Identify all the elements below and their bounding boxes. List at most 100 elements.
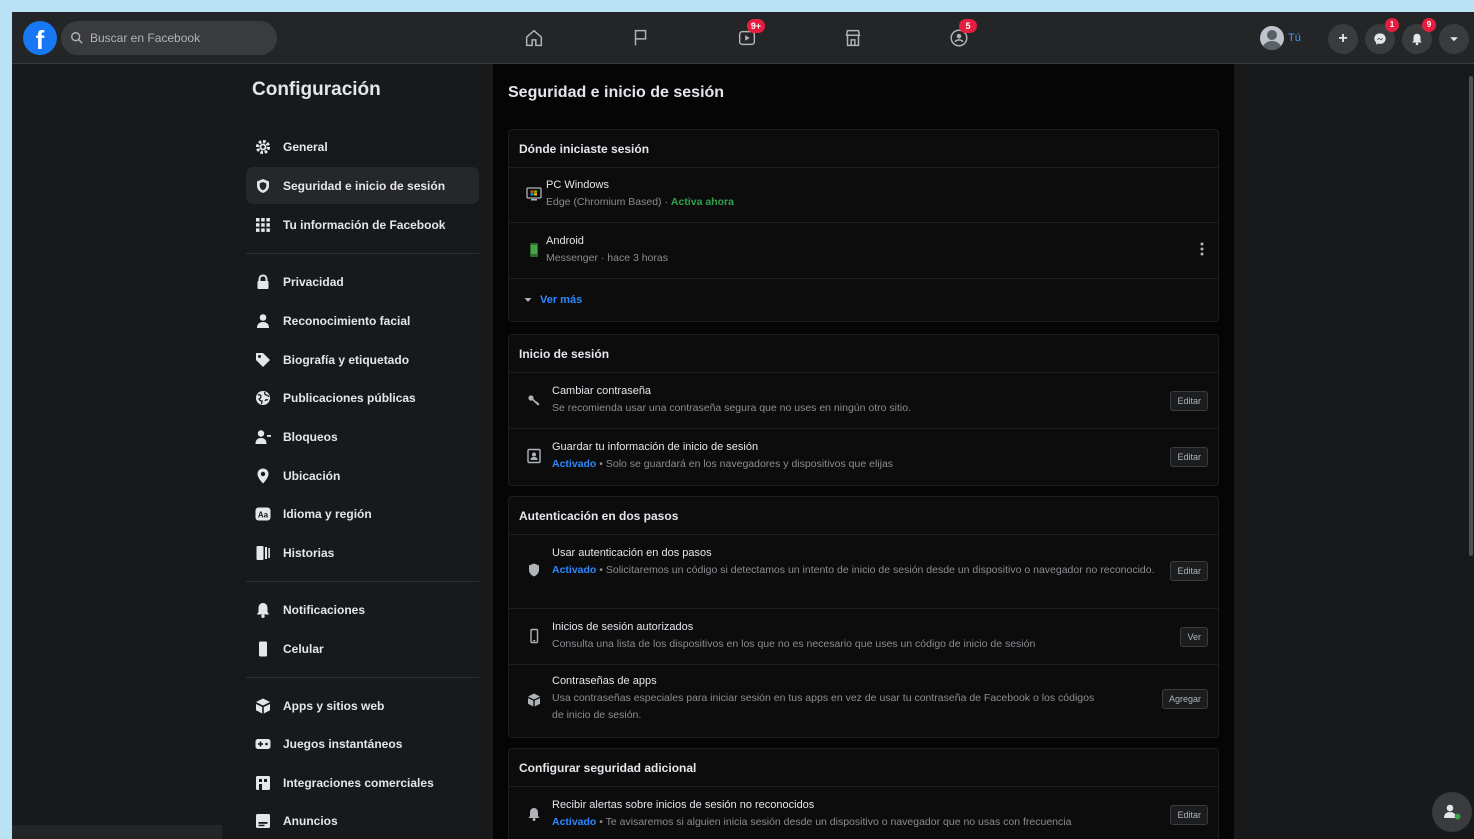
sidebar-item-label: Historias (283, 545, 335, 560)
row-title: Contraseñas de apps (552, 675, 657, 687)
nav-home[interactable] (518, 23, 550, 53)
lock-icon (257, 273, 269, 289)
active-now-status: Activa ahora (670, 196, 734, 208)
shield-icon (257, 178, 269, 193)
row-title: Recibir alertas sobre inicios de sesión … (552, 799, 815, 811)
nav-pages[interactable] (625, 23, 657, 53)
notifications-button[interactable]: 9 (1402, 18, 1436, 54)
sidebar-item-label: Celular (283, 641, 324, 656)
phone-icon (259, 641, 267, 656)
groups-badge: 5 (959, 19, 977, 33)
globe-icon (256, 390, 270, 405)
sidebar-divider (246, 581, 479, 582)
search-input[interactable] (90, 31, 270, 45)
sidebar-item-notifications[interactable]: Notificaciones (246, 591, 479, 628)
sidebar-divider (246, 253, 479, 254)
see-more-link[interactable]: Ver más (509, 279, 1218, 321)
card-heading: Dónde iniciaste sesión (509, 130, 1218, 168)
facebook-window: f 9+ 5 Tú + 1 (12, 12, 1474, 839)
session-detail: Messenger · hace 3 horas (546, 252, 668, 264)
session-row[interactable]: PC Windows Edge (Chromium Based) · Activ… (509, 168, 1218, 223)
save-login-info-row[interactable]: Guardar tu información de inicio de sesi… (509, 429, 1218, 485)
notifications-badge: 9 (1422, 18, 1436, 32)
edit-password-button[interactable]: Editar (1170, 391, 1208, 411)
row-description: Activado • Solo se guardará en los naveg… (552, 458, 894, 470)
activated-status: Activado (552, 564, 597, 576)
sidebar-item-instant-games[interactable]: Juegos instantáneos (246, 725, 479, 762)
bell-icon (256, 602, 270, 618)
page-scrollbar[interactable] (1468, 64, 1474, 564)
android-phone-icon (530, 243, 538, 257)
facebook-logo[interactable]: f (23, 21, 57, 55)
change-password-row[interactable]: Cambiar contraseña Se recomienda usar un… (509, 373, 1218, 429)
sidebar-item-label: Tu información de Facebook (283, 217, 446, 232)
session-row[interactable]: Android Messenger · hace 3 horas (509, 223, 1218, 279)
create-button[interactable]: + (1328, 24, 1358, 54)
card-heading: Configurar seguridad adicional (509, 749, 1218, 787)
authorized-logins-row[interactable]: Inicios de sesión autorizados Consulta u… (509, 609, 1218, 665)
nav-marketplace[interactable] (837, 23, 869, 53)
sidebar-item-label: Reconocimiento facial (283, 313, 411, 328)
sidebar-divider (246, 677, 479, 678)
chevron-down-icon (1450, 37, 1458, 42)
where-logged-in-card: Dónde iniciaste sesión PC Windows Edge (… (508, 129, 1219, 322)
sidebar-item-language-region[interactable]: Aa Idioma y región (246, 495, 479, 532)
use-two-factor-row[interactable]: Usar autenticación en dos pasos Activado… (509, 535, 1218, 609)
settings-content: Seguridad e inicio de sesión Dónde inici… (493, 64, 1234, 839)
sidebar-item-label: Ubicación (283, 468, 341, 483)
shield-icon (529, 563, 539, 577)
pages-flag-icon (634, 29, 647, 46)
add-app-password-button[interactable]: Agregar (1161, 689, 1208, 709)
edit-two-factor-button[interactable]: Editar (1170, 561, 1208, 581)
messenger-icon (1374, 33, 1386, 45)
sidebar-item-location[interactable]: Ubicación (246, 457, 479, 494)
page-title: Seguridad e inicio de sesión (508, 84, 725, 101)
row-description: Activado • Solicitaremos un código si de… (552, 564, 1155, 576)
sidebar-item-general[interactable]: General (246, 128, 479, 165)
row-description: Se recomienda usar una contraseña segura… (552, 402, 911, 414)
scrollbar-thumb[interactable] (1469, 76, 1473, 556)
sidebar-item-ads[interactable]: Anuncios (246, 802, 479, 839)
sidebar-item-privacy[interactable]: Privacidad (246, 263, 479, 300)
row-title: Usar autenticación en dos pasos (552, 547, 712, 559)
search-box[interactable] (61, 21, 277, 55)
more-options-icon[interactable] (1200, 241, 1204, 262)
sidebar-item-public-posts[interactable]: Publicaciones públicas (246, 379, 479, 416)
sidebar-item-stories[interactable]: Historias (246, 534, 479, 571)
row-description: Usa contraseñas especiales para iniciar … (552, 692, 1095, 721)
sidebar-item-label: Juegos instantáneos (283, 736, 403, 751)
chevron-down-icon (524, 298, 532, 302)
gear-icon (255, 139, 271, 154)
sidebar-item-business-integrations[interactable]: Integraciones comerciales (246, 764, 479, 801)
watch-badge: 9+ (747, 19, 765, 33)
sidebar-item-blocking[interactable]: Bloqueos (246, 418, 479, 455)
desktop-windows-icon (526, 187, 542, 201)
location-pin-icon (257, 468, 269, 483)
view-authorized-logins-button[interactable]: Ver (1180, 627, 1208, 647)
login-alerts-row[interactable]: Recibir alertas sobre inicios de sesión … (509, 787, 1218, 839)
new-message-button[interactable] (1432, 792, 1472, 832)
session-device: PC Windows (546, 179, 609, 191)
nav-watch[interactable]: 9+ (731, 19, 765, 53)
sidebar-item-label: Notificaciones (283, 602, 366, 617)
sidebar-item-facebook-info[interactable]: Tu información de Facebook (246, 206, 479, 243)
ads-icon (256, 813, 270, 828)
app-passwords-row[interactable]: Contraseñas de apps Usa contraseñas espe… (509, 665, 1218, 737)
sidebar-item-face-recognition[interactable]: Reconocimiento facial (246, 302, 479, 339)
bell-icon (528, 808, 540, 821)
see-more-row[interactable]: Ver más (509, 279, 1218, 321)
account-menu-button[interactable] (1439, 24, 1469, 54)
sidebar-item-timeline-tagging[interactable]: Biografía y etiquetado (246, 341, 479, 378)
edit-login-alerts-button[interactable]: Editar (1170, 805, 1208, 825)
edit-save-login-button[interactable]: Editar (1170, 447, 1208, 467)
nav-groups[interactable]: 5 (943, 19, 977, 53)
messenger-button[interactable]: 1 (1365, 18, 1399, 54)
sidebar-item-security[interactable]: Seguridad e inicio de sesión (246, 167, 479, 204)
block-user-icon (255, 429, 271, 444)
sidebar-item-label: Bloqueos (283, 429, 338, 444)
profile-button[interactable]: Tú (1260, 24, 1301, 52)
sidebar-item-mobile[interactable]: Celular (246, 630, 479, 667)
game-icon (255, 738, 271, 749)
sidebar-item-apps-websites[interactable]: Apps y sitios web (246, 687, 479, 724)
search-icon (71, 32, 83, 44)
